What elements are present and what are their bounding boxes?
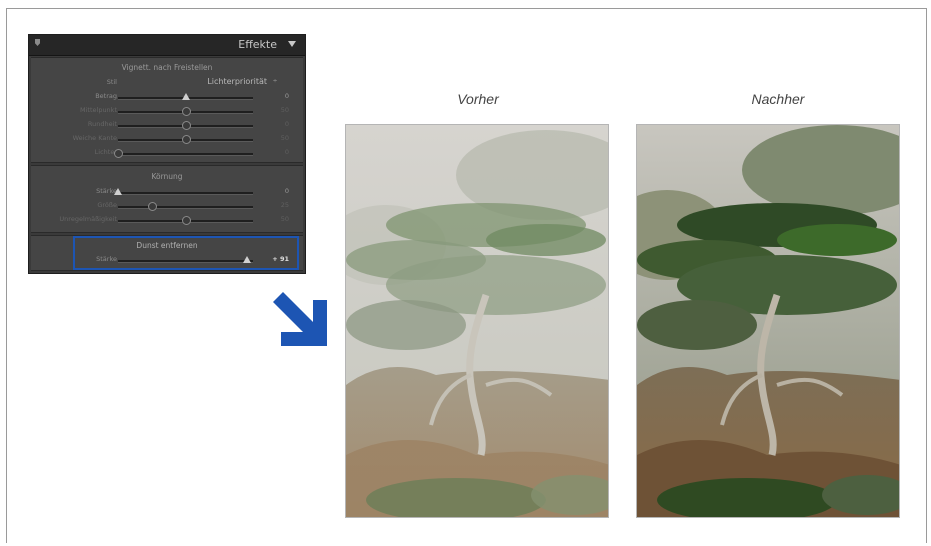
- slider-row: Unregelmäßigkeit 50: [31, 214, 303, 226]
- slider-row: Weiche Kante 50: [31, 133, 303, 145]
- slider-value: 0: [284, 92, 289, 100]
- slider-label: Rundheit: [87, 120, 117, 128]
- panel-header[interactable]: Effekte: [29, 35, 305, 56]
- slider-label: Größe: [97, 201, 117, 209]
- slider-track[interactable]: [118, 202, 253, 211]
- slider-row: Betrag 0: [31, 91, 303, 103]
- vignette-style-select[interactable]: Lichterpriorität: [207, 77, 267, 86]
- slider-value: 50: [280, 106, 289, 114]
- before-photo-image: [346, 125, 608, 517]
- after-photo: [636, 124, 900, 518]
- slider-thumb[interactable]: [114, 149, 123, 158]
- arrow-shape: [273, 292, 327, 346]
- slider-row: Größe 25: [31, 200, 303, 212]
- vignette-style-label: Stil: [106, 78, 117, 86]
- select-arrows-icon[interactable]: ÷: [273, 78, 277, 85]
- slider-value: 0: [284, 120, 289, 128]
- slider-row: Rundheit 0: [31, 119, 303, 131]
- slider-label: Mittelpunkt: [80, 106, 117, 114]
- collapse-triangle-icon[interactable]: [288, 41, 296, 47]
- grain-section-title: Körnung: [151, 172, 183, 181]
- slider-value: 0: [284, 187, 289, 195]
- arrow-down-right-icon: [273, 292, 327, 346]
- slider-thumb[interactable]: [181, 107, 191, 116]
- slider-value: 25: [280, 201, 289, 209]
- effects-panel: Effekte Vignett. nach Freistellen Stil L…: [28, 34, 306, 274]
- slider-value: 0: [284, 148, 289, 156]
- slider-label: Weiche Kante: [72, 134, 117, 142]
- grain-section: Körnung Stärke 0 Größe 25 Unregelmäßigkeit 50: [31, 165, 303, 233]
- dehaze-highlight-box: [73, 236, 299, 270]
- slider-label: Betrag: [95, 92, 117, 100]
- before-photo: [345, 124, 609, 518]
- slider-row: Mittelpunkt 50: [31, 105, 303, 117]
- slider-value: 50: [280, 134, 289, 142]
- slider-thumb[interactable]: [181, 135, 191, 144]
- slider-thumb[interactable]: [181, 121, 191, 130]
- slider-track[interactable]: [118, 107, 253, 116]
- slider-track[interactable]: [114, 149, 253, 158]
- slider-track[interactable]: [118, 93, 253, 100]
- slider-row: Lichter 0: [31, 147, 303, 159]
- slider-label: Unregelmäßigkeit: [59, 215, 117, 223]
- panel-menu-icon[interactable]: [35, 39, 40, 46]
- after-caption: Nachher: [751, 91, 805, 107]
- dehaze-section: Dunst entfernen Stärke + 91: [31, 235, 303, 271]
- slider-track[interactable]: [114, 188, 253, 195]
- slider-track[interactable]: [118, 216, 253, 225]
- slider-thumb[interactable]: [114, 188, 122, 195]
- vignette-section-title: Vignett. nach Freistellen: [121, 63, 213, 72]
- slider-thumb[interactable]: [147, 202, 157, 211]
- panel-title: Effekte: [238, 38, 277, 51]
- slider-row: Stärke 0: [31, 186, 303, 198]
- slider-track[interactable]: [118, 121, 253, 130]
- slider-value: 50: [280, 215, 289, 223]
- before-caption: Vorher: [457, 91, 499, 107]
- after-photo-image: [637, 125, 899, 517]
- slider-thumb[interactable]: [181, 216, 191, 225]
- vignette-section: Vignett. nach Freistellen Stil Lichterpr…: [31, 57, 303, 163]
- vignette-style-row: Stil Lichterpriorität ÷: [31, 77, 303, 89]
- slider-thumb[interactable]: [181, 93, 190, 100]
- slider-track[interactable]: [118, 135, 253, 144]
